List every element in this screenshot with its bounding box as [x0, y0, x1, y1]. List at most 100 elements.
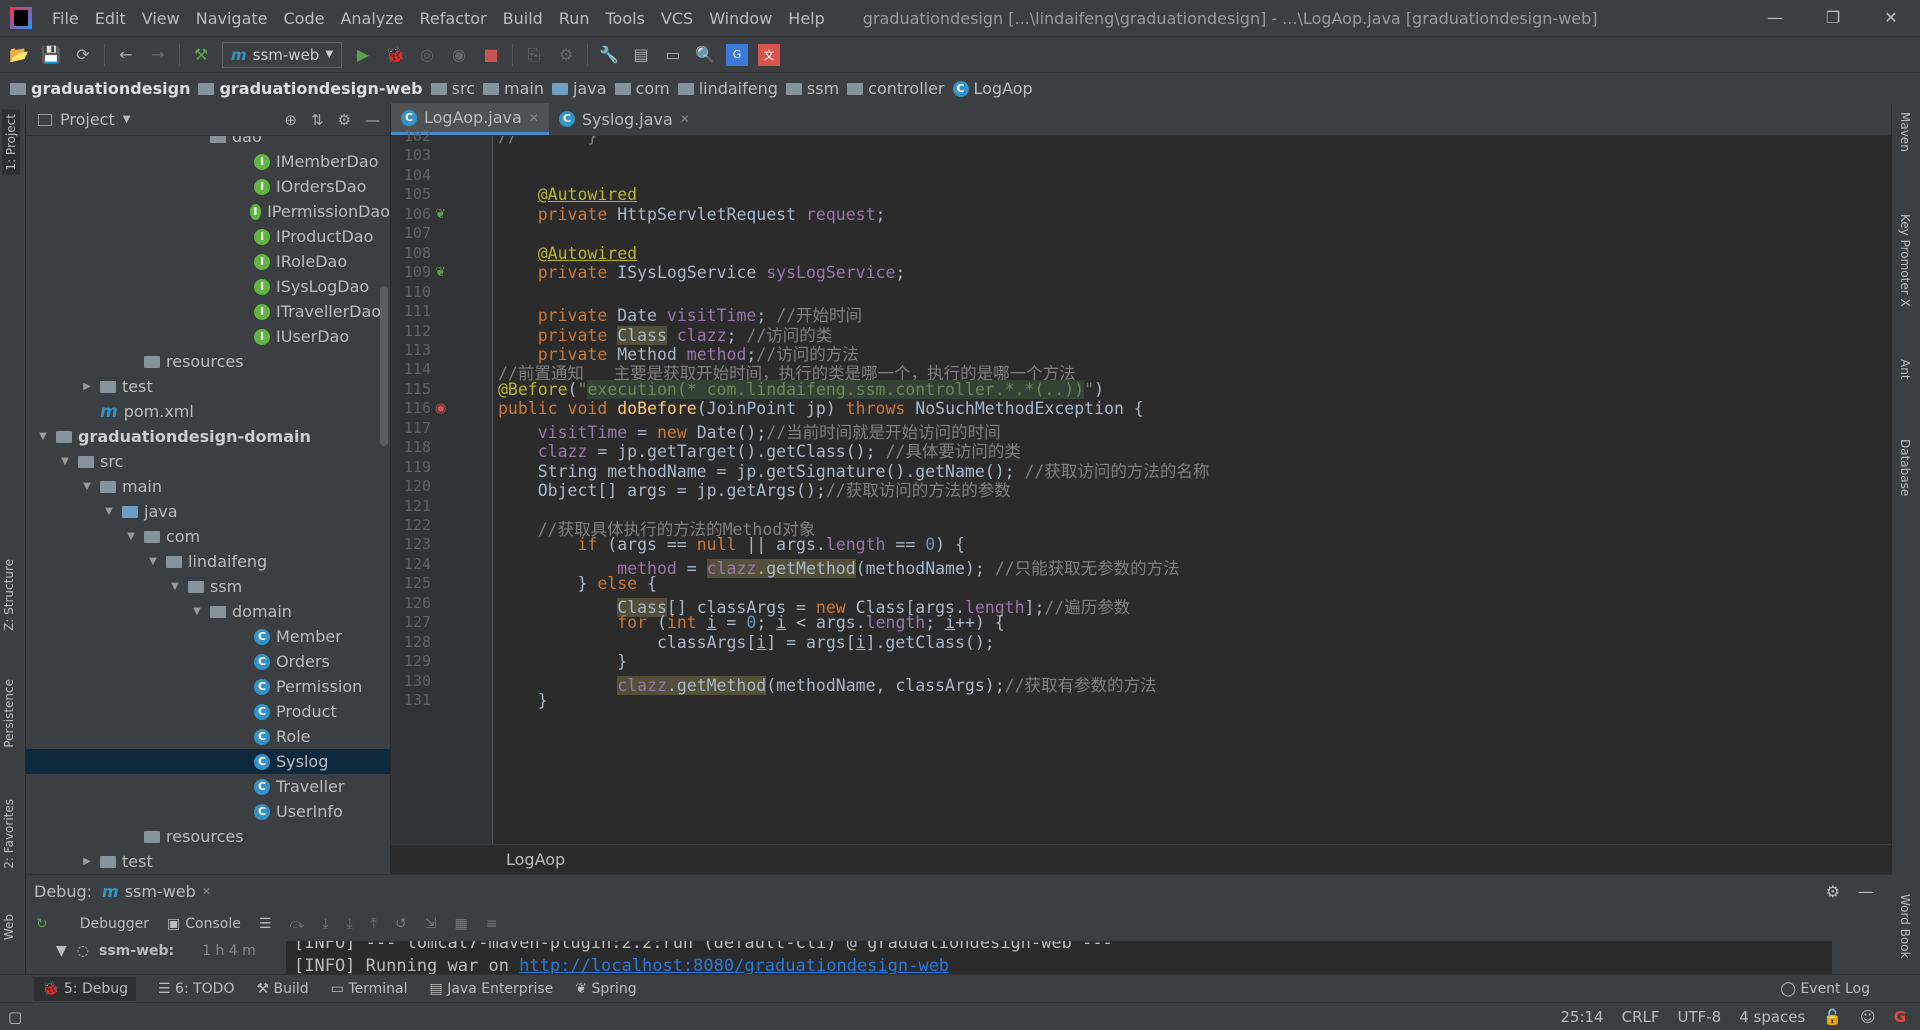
menu-edit[interactable]: Edit: [87, 9, 134, 28]
gear-icon[interactable]: ⚙: [338, 111, 351, 129]
crumb-project[interactable]: graduationdesign: [10, 79, 190, 98]
editor-breadcrumb[interactable]: LogAop: [391, 844, 1891, 874]
debug-session-tab[interactable]: m ssm-web ✕: [102, 882, 211, 901]
tree-item[interactable]: m pom.xml: [26, 399, 390, 424]
translate-icon[interactable]: G: [726, 43, 749, 66]
attach-debugger-icon[interactable]: ⎘: [523, 44, 545, 66]
tree-item[interactable]: C Member: [26, 624, 390, 649]
crumb-lindaifeng[interactable]: lindaifeng: [677, 79, 778, 98]
evaluate-icon[interactable]: ▦: [454, 916, 467, 932]
code-area[interactable]: // } @Autowired private HttpServletReque…: [494, 136, 1891, 844]
tool-tab-project[interactable]: 1: Project: [2, 110, 20, 175]
code-line[interactable]: @Before("execution(* com.lindaifeng.ssm.…: [498, 379, 1104, 399]
code-line[interactable]: for (int i = 0; i < args.length; i++) {: [498, 613, 1005, 632]
menu-build[interactable]: Build: [495, 9, 551, 28]
crumb-controller[interactable]: controller: [847, 79, 945, 98]
tree-item[interactable]: I IMemberDao: [26, 149, 390, 174]
open-folder-icon[interactable]: 📂: [8, 44, 30, 66]
line-separator[interactable]: CRLF: [1622, 1008, 1660, 1026]
tree-item[interactable]: ▼ ssm: [26, 574, 390, 599]
crumb-module[interactable]: graduationdesign-web: [198, 79, 423, 98]
tool-tab-persistence[interactable]: Persistence: [2, 679, 16, 748]
bottom-tab-build[interactable]: ⚒ Build: [256, 981, 308, 997]
coverage-icon[interactable]: ◎: [416, 44, 438, 66]
code-line[interactable]: // }: [498, 136, 597, 146]
tree-item[interactable]: ▼ src: [26, 449, 390, 474]
tree-item[interactable]: I IPermissionDao: [26, 199, 390, 224]
tree-item[interactable]: dao: [26, 136, 390, 149]
run-configuration-select[interactable]: m ssm-web ▼: [222, 41, 343, 68]
tree-item[interactable]: C Orders: [26, 649, 390, 674]
build-hammer-icon[interactable]: ⚒: [190, 44, 212, 66]
tool-tab-maven[interactable]: Maven: [1898, 112, 1912, 152]
tree-item[interactable]: ▶ test: [26, 849, 390, 874]
code-line[interactable]: private ISysLogService sysLogService;: [498, 263, 906, 282]
tree-item[interactable]: ▼ domain: [26, 599, 390, 624]
collapse-all-icon[interactable]: ⇅: [311, 111, 324, 129]
tree-item[interactable]: I IProductDao: [26, 224, 390, 249]
expand-arrow-icon[interactable]: ▼: [80, 481, 94, 492]
menu-analyze[interactable]: Analyze: [332, 9, 411, 28]
tree-item[interactable]: ▼ lindaifeng: [26, 549, 390, 574]
menu-vcs[interactable]: VCS: [653, 9, 701, 28]
file-encoding[interactable]: UTF-8: [1677, 1008, 1721, 1026]
tree-item[interactable]: ▼ java: [26, 499, 390, 524]
trace-icon[interactable]: ≡: [486, 916, 498, 932]
project-panel-title[interactable]: Project: [60, 110, 115, 129]
expand-arrow-icon[interactable]: ▼: [168, 581, 182, 592]
locate-target-icon[interactable]: ⊕: [284, 111, 297, 129]
tree-item[interactable]: C UserInfo: [26, 799, 390, 824]
debug-bug-icon[interactable]: 🐞: [384, 44, 406, 66]
console-url-link[interactable]: http://localhost:8080/graduationdesign-w…: [519, 956, 949, 975]
sync-icon[interactable]: ⟳: [72, 44, 94, 66]
close-tab-icon[interactable]: ✕: [529, 111, 539, 125]
drop-frame-icon[interactable]: ↺: [395, 916, 407, 932]
run-icon[interactable]: ▶: [352, 44, 374, 66]
bottom-tab-terminal[interactable]: ▭ Terminal: [331, 981, 408, 997]
tool-tab-database[interactable]: Database: [1898, 439, 1912, 496]
google-icon[interactable]: G: [1894, 1008, 1906, 1026]
stop-icon[interactable]: ■: [480, 44, 502, 66]
forward-arrow-icon[interactable]: →: [147, 44, 169, 66]
crumb-main[interactable]: main: [483, 79, 544, 98]
tree-item[interactable]: C Traveller: [26, 774, 390, 799]
expand-arrow-icon[interactable]: ▼: [190, 606, 204, 617]
hide-panel-icon[interactable]: —: [1858, 882, 1874, 901]
project-structure-icon[interactable]: ▤: [630, 44, 652, 66]
code-line[interactable]: @Autowired: [498, 244, 637, 263]
console-output[interactable]: [INFO] --- tomcat7-maven-plugin:2.2:run …: [286, 941, 1832, 975]
menu-refactor[interactable]: Refactor: [412, 9, 495, 28]
status-indicator-icon[interactable]: ▢: [8, 1008, 22, 1026]
tab-syslog[interactable]: C Syslog.java ✕: [549, 103, 700, 135]
menu-help[interactable]: Help: [780, 9, 832, 28]
event-log-button[interactable]: ◯ Event Log: [1780, 981, 1870, 997]
menu-code[interactable]: Code: [276, 9, 333, 28]
tree-scrollbar[interactable]: [380, 286, 388, 446]
tree-item[interactable]: I IRoleDao: [26, 249, 390, 274]
close-icon[interactable]: ✕: [1862, 0, 1920, 36]
run-to-cursor-icon[interactable]: ⇲: [425, 916, 437, 932]
code-line[interactable]: Object[] args = jp.getArgs();//获取访问的方法的参…: [498, 477, 1011, 501]
spring-bean-icon[interactable]: ❦: [435, 265, 446, 280]
hide-panel-icon[interactable]: —: [365, 111, 380, 129]
close-tab-icon[interactable]: ✕: [202, 885, 211, 898]
tree-item[interactable]: resources: [26, 349, 390, 374]
tool-tab-word-book[interactable]: Word Book: [1898, 894, 1912, 959]
tab-console[interactable]: ▣ Console: [167, 916, 241, 932]
back-arrow-icon[interactable]: ←: [115, 44, 137, 66]
code-line[interactable]: private HttpServletRequest request;: [498, 205, 886, 224]
force-step-into-icon[interactable]: ⤓: [347, 916, 353, 932]
tab-debugger[interactable]: Debugger: [80, 916, 149, 932]
tree-item[interactable]: ▶ test: [26, 374, 390, 399]
tree-item[interactable]: resources: [26, 824, 390, 849]
code-line[interactable]: @Autowired: [498, 185, 637, 204]
code-line[interactable]: }: [498, 691, 548, 710]
gear-icon[interactable]: ⚙: [1826, 882, 1840, 901]
expand-arrow-icon[interactable]: ▼: [58, 456, 72, 467]
menu-file[interactable]: File: [44, 9, 87, 28]
expand-icon[interactable]: ▼: [56, 943, 67, 959]
bottom-tab-todo[interactable]: ☰ 6: TODO: [158, 981, 234, 997]
tool-tab-structure[interactable]: Z: Structure: [2, 559, 16, 631]
collapse-arrow-icon[interactable]: ▶: [80, 381, 94, 392]
step-over-icon[interactable]: ⤼: [289, 916, 304, 932]
